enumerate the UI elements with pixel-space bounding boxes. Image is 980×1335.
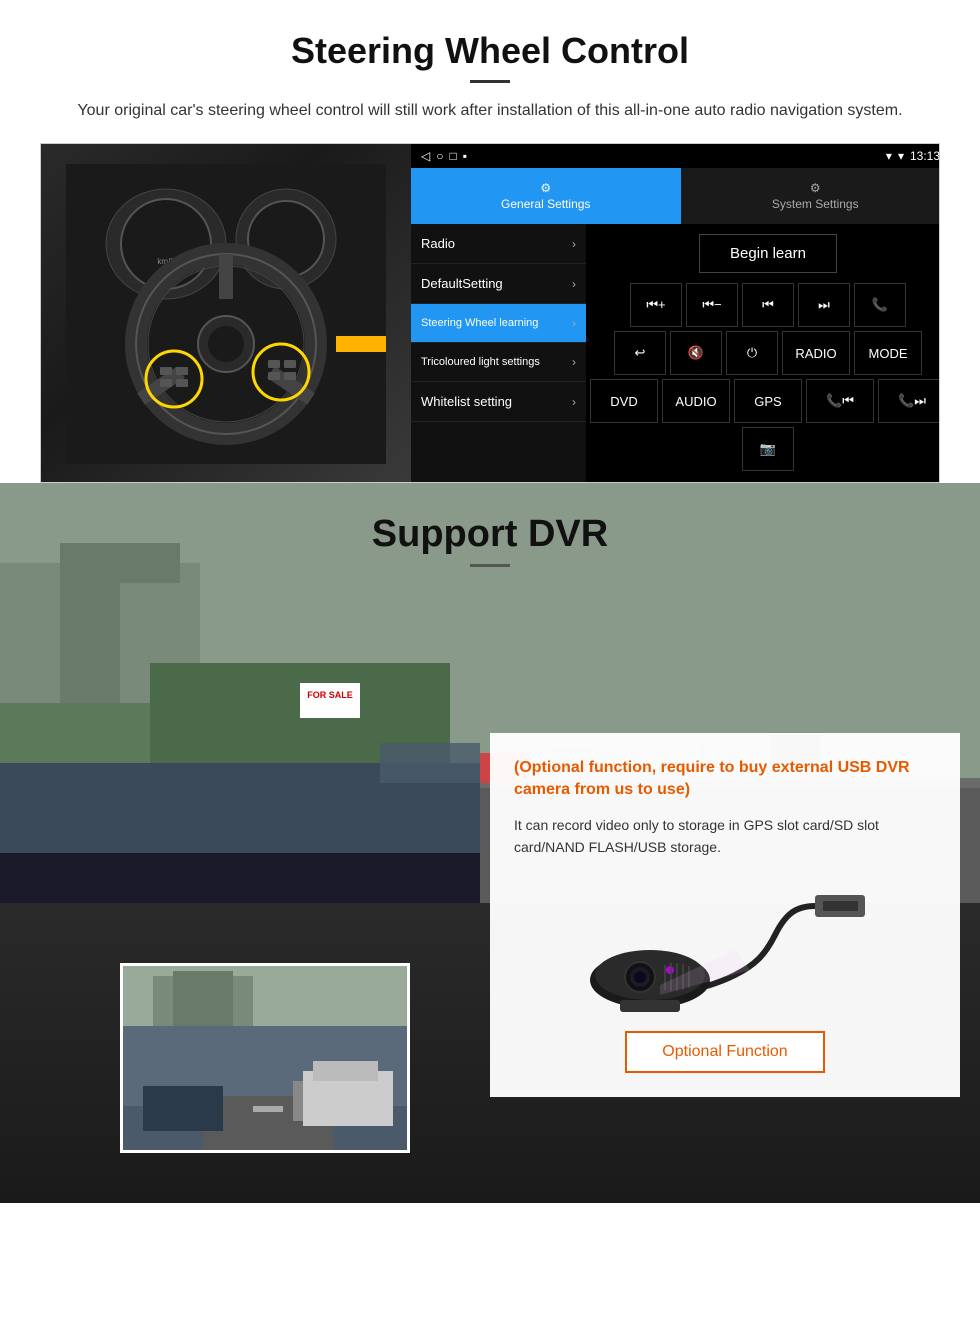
menu-default-label: DefaultSetting [421, 276, 503, 291]
chevron-icon-whitelist: › [572, 395, 576, 409]
settings-menu-list: Radio › DefaultSetting › Steering Wheel … [411, 224, 586, 482]
ctrl-mode[interactable]: MODE [854, 331, 922, 375]
ctrl-phone-prev[interactable]: 📞⏮ [806, 379, 874, 423]
dvr-camera-svg [575, 875, 875, 1015]
ctrl-phone-next[interactable]: 📞⏭ [878, 379, 940, 423]
ctrl-dvd[interactable]: DVD [590, 379, 658, 423]
steering-photo: km/h [41, 144, 411, 483]
dvr-title: Support DVR [0, 513, 980, 556]
menu-whitelist-label: Whitelist setting [421, 394, 512, 409]
svg-text:FOR SALE: FOR SALE [307, 690, 353, 700]
chevron-icon-tricolour: › [572, 355, 576, 369]
steering-demo-container: km/h [40, 143, 940, 483]
ctrl-audio[interactable]: AUDIO [662, 379, 730, 423]
dvr-title-divider [470, 564, 510, 567]
menu-steering-label: Steering Wheel learning [421, 317, 538, 329]
settings-tabs: ⚙ General Settings ⚙ System Settings [411, 168, 940, 224]
dvr-info-box: (Optional function, require to buy exter… [490, 733, 960, 1097]
steering-section: Steering Wheel Control Your original car… [0, 0, 980, 483]
general-settings-icon: ⚙ [540, 181, 551, 195]
chevron-icon-default: › [572, 277, 576, 291]
tab-general-settings[interactable]: ⚙ General Settings [411, 168, 681, 224]
wifi-icon: ▾ [898, 149, 904, 163]
statusbar-time: 13:13 [910, 149, 940, 163]
tab-system-label: System Settings [772, 197, 859, 211]
optional-function-button[interactable]: Optional Function [625, 1031, 825, 1073]
ctrl-back[interactable]: ↩ [614, 331, 666, 375]
ctrl-phone[interactable]: 📞 [854, 283, 906, 327]
ctrl-vol-up[interactable]: ⏮+ [630, 283, 682, 327]
ctrl-camera[interactable]: 📷 [742, 427, 794, 471]
system-settings-icon: ⚙ [810, 181, 821, 195]
settings-menu-area: Radio › DefaultSetting › Steering Wheel … [411, 224, 940, 482]
signal-icon: ▾ [886, 149, 892, 163]
dvr-section: FOR SALE Support DVR (Opti [0, 483, 980, 1203]
menu-item-whitelist[interactable]: Whitelist setting › [411, 382, 586, 422]
page-title: Steering Wheel Control [40, 30, 940, 72]
nav-menu-icon[interactable]: ▪ [463, 149, 467, 163]
menu-tricolour-label: Tricoloured light settings [421, 356, 540, 368]
dvr-thumbnail-svg [123, 966, 410, 1153]
control-row-4: 📷 [590, 427, 940, 471]
ctrl-radio[interactable]: RADIO [782, 331, 850, 375]
control-row-3: DVD AUDIO GPS 📞⏮ 📞⏭ [590, 379, 940, 423]
ctrl-gps[interactable]: GPS [734, 379, 802, 423]
menu-radio-label: Radio [421, 236, 455, 251]
begin-learn-row: Begin learn [590, 234, 940, 273]
dvr-header: Support DVR [0, 483, 980, 585]
menu-item-default-setting[interactable]: DefaultSetting › [411, 264, 586, 304]
ctrl-mute[interactable]: 🔇 [670, 331, 722, 375]
nav-recent-icon[interactable]: □ [449, 149, 456, 163]
chevron-icon-steering: › [572, 316, 576, 330]
nav-home-icon[interactable]: ○ [436, 149, 443, 163]
dvr-description: It can record video only to storage in G… [514, 814, 936, 859]
ctrl-prev[interactable]: ⏮ [742, 283, 794, 327]
android-ui-panel: ◁ ○ □ ▪ ▾ ▾ 13:13 ⚙ General Settings ⚙ S… [411, 144, 940, 482]
dvr-optional-notice: (Optional function, require to buy exter… [514, 757, 936, 802]
control-row-1: ⏮+ ⏮− ⏮ ⏭ 📞 [590, 283, 940, 327]
dvr-camera-illustration [514, 875, 936, 1015]
steering-control-panel: Begin learn ⏮+ ⏮− ⏮ ⏭ 📞 ↩ 🔇 ⏻ RADIO [586, 224, 940, 482]
control-row-2: ↩ 🔇 ⏻ RADIO MODE [590, 331, 940, 375]
steering-wheel-graphic: km/h [66, 164, 386, 464]
ctrl-power[interactable]: ⏻ [726, 331, 778, 375]
chevron-icon-radio: › [572, 237, 576, 251]
ctrl-next[interactable]: ⏭ [798, 283, 850, 327]
menu-item-tricolour[interactable]: Tricoloured light settings › [411, 343, 586, 382]
begin-learn-button[interactable]: Begin learn [699, 234, 837, 273]
tab-general-label: General Settings [501, 197, 590, 211]
menu-item-radio[interactable]: Radio › [411, 224, 586, 264]
ctrl-vol-down[interactable]: ⏮− [686, 283, 738, 327]
title-divider [470, 80, 510, 83]
menu-item-steering-wheel[interactable]: Steering Wheel learning › [411, 304, 586, 343]
android-statusbar: ◁ ○ □ ▪ ▾ ▾ 13:13 [411, 144, 940, 168]
nav-back-icon[interactable]: ◁ [421, 149, 430, 163]
tab-system-settings[interactable]: ⚙ System Settings [681, 168, 941, 224]
dvr-thumbnail [120, 963, 410, 1153]
steering-subtitle: Your original car's steering wheel contr… [60, 99, 920, 123]
